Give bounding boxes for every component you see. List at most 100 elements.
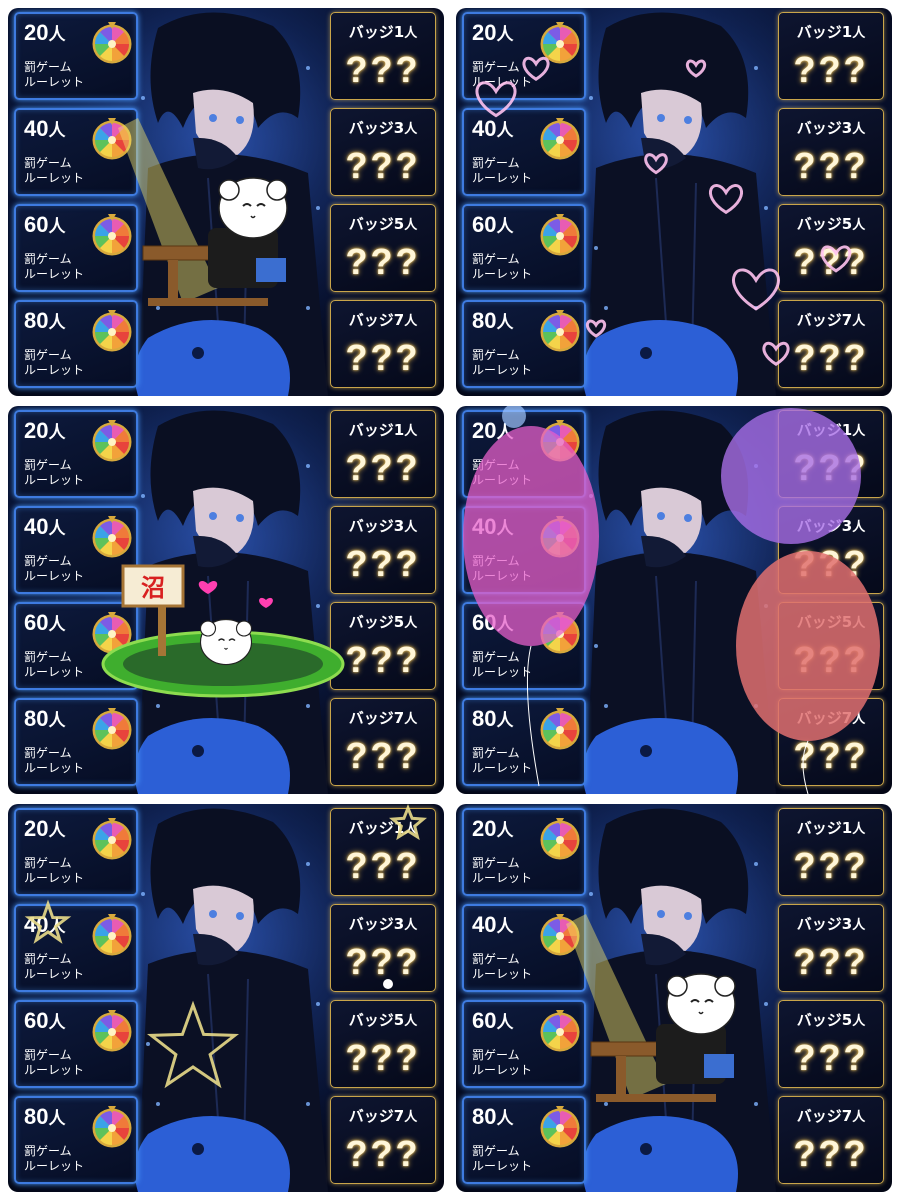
goal-label: 罰ゲーム ルーレット (472, 348, 533, 377)
badge-card-3: バッジ5人 ??? (778, 1000, 884, 1088)
badge-mystery-marks: ??? (793, 49, 869, 90)
badge-card-3: バッジ5人 ??? (330, 602, 436, 690)
goal-count: 40人 (24, 514, 66, 539)
goal-count: 80人 (24, 706, 66, 731)
badge-title: バッジ7人 (796, 311, 866, 329)
badge-mystery-marks: ??? (345, 1133, 421, 1174)
goal-count: 20人 (24, 418, 66, 443)
badge-mystery-marks: ??? (345, 845, 421, 886)
goal-card-1: 20人 罰ゲーム ルーレット (462, 12, 586, 100)
roulette-wheel-icon (92, 22, 132, 64)
roulette-wheel-icon (540, 612, 580, 654)
goal-count: 40人 (472, 912, 514, 937)
goal-count: 80人 (472, 706, 514, 731)
badge-mystery-marks: ??? (793, 241, 869, 282)
badge-card-1: バッジ1人 ??? (330, 12, 436, 100)
badge-title: バッジ3人 (348, 119, 418, 137)
roulette-wheel-icon (92, 914, 132, 956)
goal-label: 罰ゲーム ルーレット (472, 60, 533, 89)
goal-label: 罰ゲーム ルーレット (24, 1144, 85, 1173)
badge-card-4: バッジ7人 ??? (778, 698, 884, 786)
goal-card-2: 40人 罰ゲーム ルーレット (462, 108, 586, 196)
badge-card-4: バッジ7人 ??? (778, 1096, 884, 1184)
goal-panel-2: 20人 罰ゲーム ルーレット 40人 罰ゲーム ルーレット 60人 罰ゲーム ルーレッ… (456, 8, 892, 396)
goal-label: 罰ゲーム ルーレット (24, 60, 85, 89)
badge-title: バッジ1人 (348, 23, 418, 41)
badge-mystery-marks: ??? (793, 735, 869, 776)
badge-title: バッジ7人 (348, 311, 418, 329)
goal-card-2: 40人 罰ゲーム ルーレット (462, 506, 586, 594)
goal-label: 罰ゲーム ルーレット (472, 252, 533, 281)
roulette-wheel-icon (92, 818, 132, 860)
goal-count: 20人 (24, 20, 66, 45)
roulette-wheel-icon (92, 612, 132, 654)
goal-card-2: 40人 罰ゲーム ルーレット (14, 506, 138, 594)
goal-card-4: 80人 罰ゲーム ルーレット (462, 300, 586, 388)
goal-count: 60人 (24, 212, 66, 237)
roulette-wheel-icon (540, 214, 580, 256)
goal-card-1: 20人 罰ゲーム ルーレット (14, 808, 138, 896)
goal-label: 罰ゲーム ルーレット (24, 1048, 85, 1077)
roulette-wheel-icon (92, 310, 132, 352)
roulette-wheel-icon (92, 516, 132, 558)
badge-mystery-marks: ??? (345, 735, 421, 776)
roulette-wheel-icon (540, 22, 580, 64)
badge-mystery-marks: ??? (793, 447, 869, 488)
goal-label: 罰ゲーム ルーレット (24, 458, 85, 487)
goal-card-4: 80人 罰ゲーム ルーレット (14, 300, 138, 388)
badge-card-4: バッジ7人 ??? (330, 1096, 436, 1184)
goal-card-4: 80人 罰ゲーム ルーレット (14, 698, 138, 786)
goal-label: 罰ゲーム ルーレット (472, 1144, 533, 1173)
goal-label: 罰ゲーム ルーレット (24, 252, 85, 281)
badge-card-4: バッジ7人 ??? (330, 698, 436, 786)
goal-panel-3: 20人 罰ゲーム ルーレット 40人 罰ゲーム ルーレット 60人 罰ゲーム ルーレッ… (8, 406, 444, 794)
badge-card-2: バッジ3人 ??? (330, 904, 436, 992)
goal-card-4: 80人 罰ゲーム ルーレット (14, 1096, 138, 1184)
badge-mystery-marks: ??? (793, 543, 869, 584)
roulette-wheel-icon (540, 516, 580, 558)
goal-count: 20人 (24, 816, 66, 841)
badge-title: バッジ5人 (348, 613, 418, 631)
badge-title: バッジ3人 (796, 119, 866, 137)
goal-count: 60人 (472, 1008, 514, 1033)
goal-count: 40人 (472, 514, 514, 539)
goal-label: 罰ゲーム ルーレット (472, 746, 533, 775)
roulette-wheel-icon (92, 214, 132, 256)
badge-mystery-marks: ??? (793, 1037, 869, 1078)
goal-label: 罰ゲーム ルーレット (24, 952, 85, 981)
badge-title: バッジ3人 (796, 915, 866, 933)
badge-title: バッジ5人 (348, 1011, 418, 1029)
goal-card-1: 20人 罰ゲーム ルーレット (14, 12, 138, 100)
goal-count: 60人 (24, 1008, 66, 1033)
goal-label: 罰ゲーム ルーレット (472, 650, 533, 679)
badge-mystery-marks: ??? (345, 639, 421, 680)
roulette-wheel-icon (540, 1106, 580, 1148)
goal-count: 20人 (472, 20, 514, 45)
badge-title: バッジ1人 (348, 819, 418, 837)
goal-card-3: 60人 罰ゲーム ルーレット (14, 1000, 138, 1088)
goal-panel-4: 20人 罰ゲーム ルーレット 40人 罰ゲーム ルーレット 60人 罰ゲーム ルーレッ… (456, 406, 892, 794)
badge-mystery-marks: ??? (345, 543, 421, 584)
goal-count: 80人 (24, 1104, 66, 1129)
badge-title: バッジ1人 (348, 421, 418, 439)
badge-mystery-marks: ??? (345, 447, 421, 488)
goal-label: 罰ゲーム ルーレット (472, 554, 533, 583)
goal-card-3: 60人 罰ゲーム ルーレット (462, 1000, 586, 1088)
badge-title: バッジ5人 (796, 215, 866, 233)
goal-count: 40人 (24, 912, 66, 937)
goal-label: 罰ゲーム ルーレット (24, 156, 85, 185)
badge-card-3: バッジ5人 ??? (778, 602, 884, 690)
goal-panel-1: 20人 罰ゲーム ルーレット 40人 罰ゲーム ルーレット 60人 罰ゲーム ルーレッ… (8, 8, 444, 396)
roulette-wheel-icon (540, 310, 580, 352)
badge-mystery-marks: ??? (793, 337, 869, 378)
goal-count: 60人 (24, 610, 66, 635)
badge-title: バッジ1人 (796, 421, 866, 439)
goal-card-2: 40人 罰ゲーム ルーレット (462, 904, 586, 992)
badge-title: バッジ1人 (796, 819, 866, 837)
goal-card-4: 80人 罰ゲーム ルーレット (462, 1096, 586, 1184)
goal-count: 80人 (24, 308, 66, 333)
goal-label: 罰ゲーム ルーレット (24, 348, 85, 377)
badge-title: バッジ3人 (348, 517, 418, 535)
stream-goal-collage: 20人 罰ゲーム ルーレット 40人 罰ゲーム ルーレット 60人 罰ゲーム ルーレッ… (8, 8, 892, 1192)
goal-card-1: 20人 罰ゲーム ルーレット (462, 808, 586, 896)
